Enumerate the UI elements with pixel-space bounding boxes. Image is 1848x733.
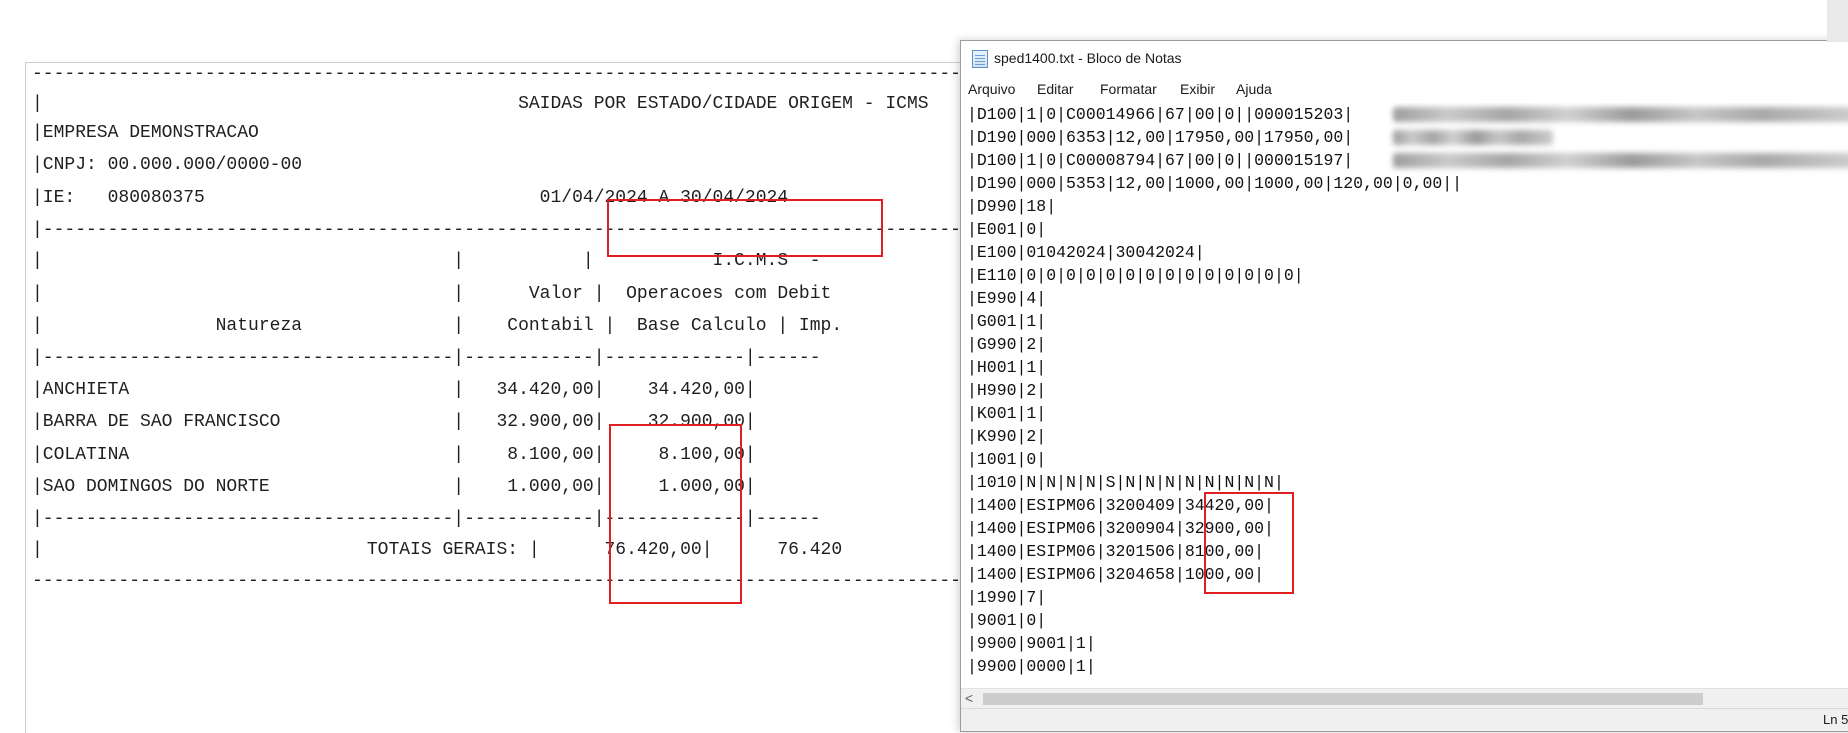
values-highlight-box <box>1204 492 1294 594</box>
text-line: |E100|01042024|30042024| <box>967 243 1205 262</box>
report-rule-bottom: ----------------------------------------… <box>32 571 1026 591</box>
report-company: |EMPRESA DEMONSTRACAO <box>32 123 259 143</box>
report-rule-top: ----------------------------------------… <box>32 64 1026 84</box>
redacted-text <box>1393 153 1848 168</box>
report-header-valor: | | Valor | Operacoes com Debit <box>32 284 832 304</box>
scrollbar-thumb[interactable] <box>983 693 1703 705</box>
text-line: |E110|0|0|0|0|0|0|0|0|0|0|0|0|0|0| <box>967 266 1304 285</box>
text-editor[interactable]: |D100|1|0|C00014966|67|00|0||000015203| … <box>961 103 1848 689</box>
background-window-edge <box>1827 0 1848 42</box>
menu-formatar[interactable]: Formatar <box>1100 81 1157 97</box>
text-line: |D100|1|0|C00014966|67|00|0||000015203| <box>967 105 1354 124</box>
notepad-window: sped1400.txt - Bloco de Notas Arquivo Ed… <box>960 40 1848 732</box>
report-title: | SAIDAS POR ESTADO/CIDADE ORIGEM - ICMS <box>32 94 929 114</box>
redacted-text <box>1393 130 1553 145</box>
text-line: |K990|2| <box>967 427 1047 446</box>
menu-arquivo[interactable]: Arquivo <box>968 81 1015 97</box>
horizontal-scrollbar[interactable]: < <box>961 688 1848 709</box>
status-bar: Ln 51 <box>961 708 1848 731</box>
report-header-natureza: | Natureza | Contabil | Base Calculo | I… <box>32 316 843 336</box>
text-line: |9900|0000|1| <box>967 657 1096 676</box>
notepad-app-icon <box>972 50 988 68</box>
text-line: |1010|N|N|N|N|S|N|N|N|N|N|N|N|N| <box>967 473 1284 492</box>
text-line: |E001|0| <box>967 220 1047 239</box>
period-highlight-box <box>607 199 883 257</box>
text-line: |9001|0| <box>967 611 1047 630</box>
text-line: |G990|2| <box>967 335 1047 354</box>
values-highlight-box <box>609 424 742 604</box>
menu-bar: Arquivo Editar Formatar Exibir Ajuda <box>961 79 1848 103</box>
scroll-left-arrow-icon[interactable]: < <box>965 690 973 706</box>
report-row-anchieta: |ANCHIETA | 34.420,00| 34.420,00| <box>32 380 756 400</box>
menu-exibir[interactable]: Exibir <box>1180 81 1215 97</box>
text-line: |9900|9001|1| <box>967 634 1096 653</box>
notepad-titlebar[interactable]: sped1400.txt - Bloco de Notas <box>961 41 1848 77</box>
menu-ajuda[interactable]: Ajuda <box>1236 81 1272 97</box>
text-line: |G001|1| <box>967 312 1047 331</box>
text-line: |D100|1|0|C00008794|67|00|0||000015197| <box>967 151 1354 170</box>
text-line: |D990|18| <box>967 197 1057 216</box>
text-line: |1990|7| <box>967 588 1047 607</box>
menu-editar[interactable]: Editar <box>1037 81 1074 97</box>
text-line: |E990|4| <box>967 289 1047 308</box>
report-cnpj: |CNPJ: 00.000.000/0000-00 <box>32 155 303 175</box>
text-line: |1001|0| <box>967 450 1047 469</box>
text-line: |D190|000|5353|12,00|1000,00|1000,00|120… <box>967 174 1463 193</box>
report-panel: ----------------------------------------… <box>25 62 1026 733</box>
text-line: |H001|1| <box>967 358 1047 377</box>
text-line: |K001|1| <box>967 404 1047 423</box>
text-line: |H990|2| <box>967 381 1047 400</box>
text-line: |D190|000|6353|12,00|17950,00|17950,00| <box>967 128 1354 147</box>
window-title: sped1400.txt - Bloco de Notas <box>994 50 1182 66</box>
report-header-rule: |--------------------------------------|… <box>32 348 821 368</box>
cursor-line-indicator: Ln 51 <box>1823 712 1848 727</box>
redacted-text <box>1393 107 1848 122</box>
